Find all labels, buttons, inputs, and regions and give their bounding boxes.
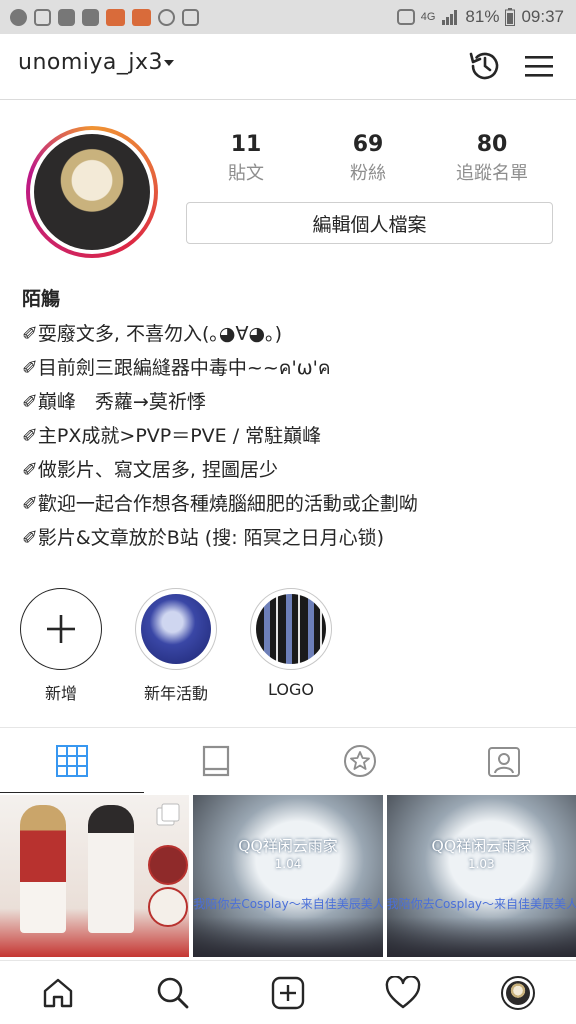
bio-line: ✐歡迎一起合作想各種燒腦細肥的活動或企劃呦: [22, 493, 418, 515]
post-thumbnail[interactable]: QQ祥闲云雨家 1.03 我陪你去Cosplay～来自佳美辰美人：小谷背景陈冰心…: [386, 795, 576, 957]
post-date-text: 1.03: [467, 857, 495, 871]
post-caption-text: 我陪你去Cosplay～来自佳美辰美人：小谷背景陈冰心语: [193, 897, 383, 911]
following-count: 80: [476, 132, 508, 157]
highlight-logo[interactable]: LOGO: [246, 588, 336, 699]
tiktok-icon: [10, 8, 27, 26]
home-icon: [43, 978, 72, 1007]
post-title-text: QQ祥闲云雨家: [238, 837, 338, 855]
nav-search[interactable]: [115, 961, 230, 1024]
display-name: 陌觴: [22, 288, 61, 310]
battery-percent: 81%: [465, 7, 500, 26]
following-label: 追蹤名單: [456, 163, 528, 184]
following-stat[interactable]: 80 追蹤名單: [437, 132, 547, 185]
edit-profile-button[interactable]: 編輯個人檔案: [186, 202, 553, 244]
search-icon: [157, 977, 189, 1008]
highlight-label: LOGO: [268, 680, 314, 699]
line-icon: [58, 8, 75, 26]
menu-icon[interactable]: [523, 50, 555, 82]
followers-count: 69: [352, 132, 384, 157]
bio-line: ✐巔峰 秀蘿→莫祈悸: [22, 391, 206, 413]
instagram-icon: [34, 8, 51, 26]
bio-line: ✐主PX成就>PVP＝PVE / 常駐巔峰: [22, 425, 322, 447]
nav-home[interactable]: [0, 961, 115, 1024]
heart-icon: [385, 975, 421, 1008]
bio-line: ✐耍廢文多, 不喜勿入(｡◕∀◕｡): [22, 323, 282, 345]
post-caption-text: 我陪你去Cosplay～来自佳美辰美人：小谷背景陈冰心语: [386, 897, 576, 911]
chevron-down-icon[interactable]: [164, 60, 174, 66]
clock: 09:37: [521, 7, 564, 26]
add-post-icon: [271, 976, 305, 1009]
bottom-nav: [0, 960, 576, 1024]
profile-tabs: [0, 727, 576, 793]
post-date-text: 1.04: [274, 857, 302, 871]
highlight-label: 新年活動: [143, 684, 208, 703]
posts-stat[interactable]: 11 貼文: [191, 132, 301, 185]
profile-avatar[interactable]: [26, 126, 158, 258]
bio-line: ✐目前劍三跟編縫器中毒中~~ค'ω'ค: [22, 357, 331, 379]
tab-tagged[interactable]: [432, 728, 576, 793]
gift-icon: [182, 8, 199, 26]
tab-feed[interactable]: [144, 728, 288, 793]
tab-saved-guides[interactable]: [288, 728, 432, 793]
nav-profile[interactable]: [461, 961, 576, 1024]
signal-icon: [442, 10, 458, 25]
status-bar: 4G 81% 09:37: [0, 0, 576, 34]
followers-label: 粉絲: [350, 163, 386, 184]
avatar: [501, 975, 536, 1010]
youtube-icon: [82, 8, 99, 26]
face-icon: [106, 8, 125, 26]
face-icon: [132, 8, 151, 26]
grid-icon: [56, 744, 88, 777]
post-thumbnail[interactable]: [0, 795, 190, 957]
highlight-label: 新增: [44, 684, 77, 703]
posts-grid: QQ祥闲云雨家 1.04 我陪你去Cosplay～来自佳美辰美人：小谷背景陈冰心…: [0, 795, 576, 957]
feed-icon: [202, 745, 230, 776]
star-circle-icon: [344, 744, 376, 777]
tagged-user-icon: [488, 746, 520, 777]
plus-icon: [47, 615, 75, 643]
chat-icon: [158, 8, 175, 26]
nav-activity[interactable]: [346, 961, 461, 1024]
post-thumbnail[interactable]: QQ祥闲云雨家 1.04 我陪你去Cosplay～来自佳美辰美人：小谷背景陈冰心…: [193, 795, 383, 957]
bio-line: ✐影片&文章放於B站 (搜: 陌冥之日月心锁): [22, 527, 385, 549]
highlight-new[interactable]: 新增: [16, 588, 106, 704]
mute-icon: [396, 9, 415, 25]
multiple-photos-icon: [156, 803, 180, 826]
username-switcher[interactable]: unomiya_jx3: [18, 50, 163, 75]
highlight-new-year[interactable]: 新年活動: [131, 588, 221, 704]
highlight-thumbnail: [141, 594, 211, 664]
posts-label: 貼文: [228, 163, 264, 184]
posts-count: 11: [230, 132, 262, 157]
network-indicator: 4G: [420, 11, 436, 23]
post-title-text: QQ祥闲云雨家: [431, 837, 532, 855]
profile-header: unomiya_jx3: [0, 34, 576, 100]
nav-new-post[interactable]: [230, 961, 345, 1024]
avatar-image: [34, 134, 150, 250]
bio-line: ✐做影片、寫文居多, 捏圖居少: [22, 459, 278, 481]
history-icon[interactable]: [467, 48, 503, 84]
followers-stat[interactable]: 69 粉絲: [313, 132, 423, 185]
highlight-thumbnail: [256, 594, 326, 664]
tab-grid[interactable]: [0, 728, 144, 793]
bio: 陌觴 ✐耍廢文多, 不喜勿入(｡◕∀◕｡) ✐目前劍三跟編縫器中毒中~~ค'ω'…: [22, 284, 562, 555]
battery-icon: [505, 8, 516, 26]
